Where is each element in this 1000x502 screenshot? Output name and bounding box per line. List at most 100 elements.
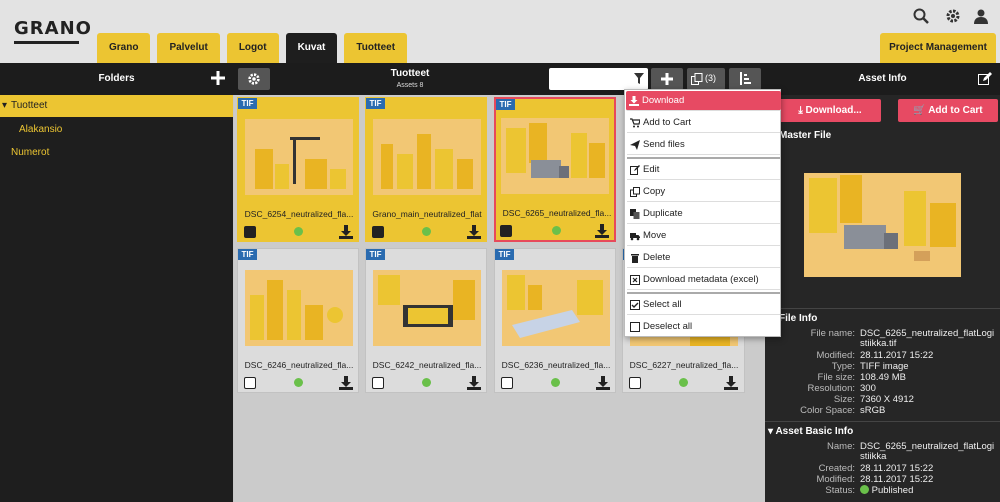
asset-card[interactable]: TIF DSC_6246_neutralized_fla... — [237, 248, 359, 393]
edit-icon[interactable] — [978, 72, 992, 86]
chevron-down-icon[interactable]: ▾ — [2, 95, 11, 117]
menu-item-edit[interactable]: Edit — [627, 160, 780, 180]
menu-item-select-all[interactable]: Select all — [627, 295, 780, 315]
add-asset-button[interactable] — [651, 68, 683, 90]
cart-icon: 🛒 — [913, 105, 929, 116]
folders-title: Folders — [98, 73, 135, 84]
add-folder-icon[interactable] — [211, 71, 225, 85]
asset-card-active[interactable]: TIF DSC_6265_neutralized_fla... — [494, 97, 616, 242]
created-label: Created: — [818, 463, 855, 474]
asset-thumbnail[interactable] — [373, 270, 481, 346]
asset-card[interactable]: TIF Grano_main_neutralized_flat — [365, 97, 487, 242]
asset-name: DSC_6265_neutralized_fla... — [502, 208, 612, 218]
asset-thumbnail[interactable] — [502, 270, 610, 346]
download-icon[interactable] — [467, 225, 481, 239]
gear-icon — [248, 73, 260, 85]
check-circle-icon — [860, 485, 869, 494]
section-divider — [765, 308, 1000, 309]
asset-name: DSC_6236_neutralized_fla... — [501, 360, 611, 370]
filter-icon[interactable] — [634, 73, 644, 84]
tab-project-management[interactable]: Project Management — [880, 33, 996, 63]
add-to-cart-button[interactable]: 🛒 Add to Cart — [898, 99, 998, 122]
menu-item-delete[interactable]: Delete — [627, 248, 780, 268]
asset-basic-info-title[interactable]: ▾ Asset Basic Info — [768, 426, 853, 437]
file-type-badge: TIF — [238, 249, 257, 260]
menu-item-download[interactable]: Download — [626, 91, 781, 111]
copy-selection-button[interactable]: (3) — [687, 68, 725, 90]
type-label: Type: — [831, 361, 855, 372]
download-icon[interactable] — [467, 376, 481, 390]
filter-input[interactable] — [549, 68, 648, 90]
tab-palvelut[interactable]: Palvelut — [157, 33, 220, 63]
menu-item-download-metadata[interactable]: Download metadata (excel) — [627, 270, 780, 290]
download-icon: ⤓ — [798, 105, 806, 116]
sidebar-item-tuotteet[interactable]: ▾ Tuotteet — [0, 95, 233, 117]
select-checkbox[interactable] — [372, 377, 384, 389]
status-value: Published — [860, 485, 913, 496]
settings-button[interactable] — [238, 68, 270, 90]
download-icon[interactable] — [595, 224, 609, 238]
copy-icon — [630, 187, 640, 197]
master-file-preview[interactable] — [804, 173, 961, 277]
menu-item-add-to-cart[interactable]: Add to Cart — [627, 113, 780, 133]
assets-count: Assets 8 — [396, 82, 424, 89]
select-checkbox[interactable] — [500, 225, 512, 237]
sidebar-item-numerot[interactable]: Numerot — [11, 142, 49, 164]
asset-name: DSC_6227_neutralized_fla... — [629, 360, 739, 370]
toolbar: Folders Tuotteet Assets 8 (3) Asset Info — [0, 63, 1000, 95]
edit-icon — [630, 165, 640, 175]
select-checkbox[interactable] — [372, 226, 384, 238]
user-icon[interactable] — [973, 8, 989, 24]
file-type-badge: TIF — [238, 98, 257, 109]
file-size-value: 108.49 MB — [860, 372, 906, 383]
gear-icon[interactable] — [945, 8, 961, 24]
asset-thumbnail[interactable] — [245, 119, 353, 195]
asset-thumbnail[interactable] — [501, 118, 609, 194]
select-checkbox[interactable] — [244, 226, 256, 238]
color-space-label: Color Space: — [800, 405, 855, 416]
asset-thumbnail[interactable] — [373, 119, 481, 195]
search-icon[interactable] — [913, 8, 929, 24]
download-icon[interactable] — [339, 225, 353, 239]
menu-item-deselect-all[interactable]: Deselect all — [627, 317, 780, 337]
published-icon — [679, 378, 688, 387]
asset-thumbnail[interactable] — [245, 270, 353, 346]
asset-name: DSC_6254_neutralized_fla... — [244, 209, 354, 219]
grano-logo[interactable]: GRANO — [14, 20, 92, 38]
published-icon — [552, 226, 561, 235]
sort-button[interactable] — [729, 68, 761, 90]
download-icon — [629, 96, 639, 106]
tab-grano[interactable]: Grano — [97, 33, 151, 63]
tab-logot[interactable]: Logot — [226, 33, 279, 63]
logo-underline — [14, 41, 79, 44]
modified-value: 28.11.2017 15:22 — [860, 350, 934, 361]
sidebar-item-alakansio[interactable]: Alakansio — [19, 119, 62, 141]
copy-icon — [691, 73, 703, 85]
color-space-value: sRGB — [860, 405, 886, 416]
modified-label: Modified: — [816, 474, 855, 485]
type-value: TIFF image — [860, 361, 909, 372]
published-icon — [551, 378, 560, 387]
duplicate-icon — [630, 209, 640, 219]
file-type-badge: TIF — [366, 249, 385, 260]
asset-card[interactable]: TIF DSC_6254_neutralized_fla... — [237, 97, 359, 242]
tab-tuotteet[interactable]: Tuotteet — [344, 33, 408, 63]
download-icon[interactable] — [724, 376, 738, 390]
download-icon[interactable] — [339, 376, 353, 390]
menu-item-move[interactable]: Move — [627, 226, 780, 246]
size-label: Size: — [833, 394, 855, 405]
file-size-label: File size: — [817, 372, 855, 383]
asset-card[interactable]: TIF DSC_6236_neutralized_fla... — [494, 248, 616, 393]
asset-card[interactable]: TIF DSC_6242_neutralized_fla... — [365, 248, 487, 393]
select-checkbox[interactable] — [501, 377, 513, 389]
excel-icon — [630, 275, 640, 285]
download-icon[interactable] — [596, 376, 610, 390]
select-checkbox[interactable] — [629, 377, 641, 389]
menu-item-send-files[interactable]: Send files — [627, 135, 780, 155]
select-checkbox[interactable] — [244, 377, 256, 389]
menu-item-duplicate[interactable]: Duplicate — [627, 204, 780, 224]
tab-kuvat[interactable]: Kuvat — [285, 33, 338, 63]
menu-item-copy[interactable]: Copy — [627, 182, 780, 202]
file-name-label: File name: — [810, 328, 855, 339]
download-button[interactable]: ⤓ Download... — [779, 99, 881, 122]
